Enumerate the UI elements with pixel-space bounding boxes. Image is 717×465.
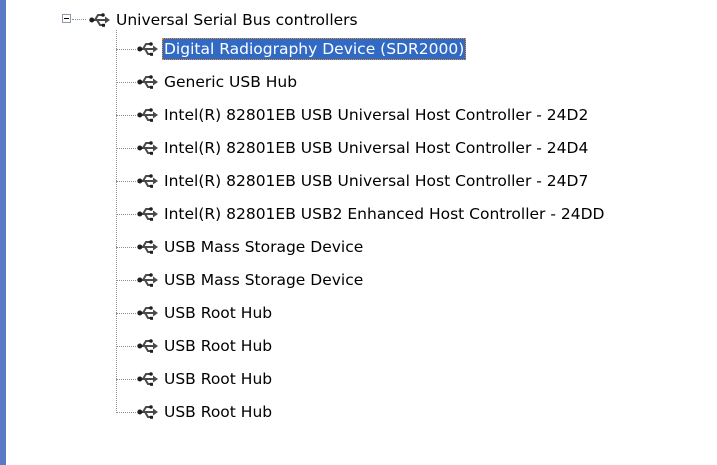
- tree-item-usb-mass-storage[interactable]: USB Mass Storage Device: [136, 235, 365, 259]
- usb-icon: [136, 400, 160, 424]
- usb-icon: [136, 301, 160, 325]
- tree-connector-line: [72, 19, 86, 20]
- tree-branch-line: [116, 412, 136, 413]
- tree-branch-line: [116, 313, 136, 314]
- tree-item-label: USB Mass Storage Device: [164, 238, 364, 256]
- usb-icon: [136, 136, 160, 160]
- tree-branch-line: [116, 148, 136, 149]
- collapse-toggle-icon[interactable]: [62, 14, 71, 23]
- tree-item-usb-mass-storage[interactable]: USB Mass Storage Device: [136, 268, 365, 292]
- tree-item-label: Generic USB Hub: [164, 73, 298, 91]
- usb-icon: [88, 8, 112, 32]
- tree-branch-line: [116, 346, 136, 347]
- tree-branch-line: [116, 214, 136, 215]
- usb-icon: [136, 334, 160, 358]
- device-tree: Universal Serial Bus controllers Digital…: [0, 0, 717, 465]
- tree-item-label: USB Root Hub: [164, 304, 273, 322]
- tree-item-label: Digital Radiography Device (SDR2000): [162, 38, 467, 60]
- tree-item-label: Intel(R) 82801EB USB Universal Host Cont…: [164, 172, 589, 190]
- tree-node-usb-controllers[interactable]: Universal Serial Bus controllers: [88, 8, 360, 32]
- tree-item-usb-root-hub[interactable]: USB Root Hub: [136, 301, 274, 325]
- tree-item-host-controller-24d7[interactable]: Intel(R) 82801EB USB Universal Host Cont…: [136, 169, 590, 193]
- tree-node-label: Universal Serial Bus controllers: [116, 11, 358, 29]
- tree-branch-line: [116, 115, 136, 116]
- tree-branch-line: [116, 82, 136, 83]
- usb-icon: [136, 169, 160, 193]
- device-manager-tree-view: Universal Serial Bus controllers Digital…: [0, 0, 717, 465]
- tree-branch-line: [116, 247, 136, 248]
- usb-icon: [136, 367, 160, 391]
- tree-item-enhanced-host-controller-24dd[interactable]: Intel(R) 82801EB USB2 Enhanced Host Cont…: [136, 202, 606, 226]
- tree-item-label: USB Root Hub: [164, 337, 273, 355]
- tree-vertical-line: [116, 30, 117, 411]
- tree-item-label: Intel(R) 82801EB USB Universal Host Cont…: [164, 106, 589, 124]
- tree-item-usb-root-hub[interactable]: USB Root Hub: [136, 367, 274, 391]
- tree-item-label: Intel(R) 82801EB USB Universal Host Cont…: [164, 139, 589, 157]
- tree-item-host-controller-24d2[interactable]: Intel(R) 82801EB USB Universal Host Cont…: [136, 103, 590, 127]
- tree-item-usb-root-hub[interactable]: USB Root Hub: [136, 334, 274, 358]
- usb-icon: [136, 70, 160, 94]
- tree-item-label: USB Root Hub: [164, 403, 273, 421]
- tree-branch-line: [116, 181, 136, 182]
- tree-item-label: Intel(R) 82801EB USB2 Enhanced Host Cont…: [164, 205, 605, 223]
- usb-icon: [136, 37, 160, 61]
- tree-branch-line: [116, 379, 136, 380]
- tree-item-usb-root-hub[interactable]: USB Root Hub: [136, 400, 274, 424]
- tree-item-host-controller-24d4[interactable]: Intel(R) 82801EB USB Universal Host Cont…: [136, 136, 590, 160]
- tree-branch-line: [116, 280, 136, 281]
- usb-icon: [136, 202, 160, 226]
- usb-icon: [136, 268, 160, 292]
- tree-item-label: USB Root Hub: [164, 370, 273, 388]
- tree-branch-line: [116, 49, 136, 50]
- tree-item-generic-usb-hub[interactable]: Generic USB Hub: [136, 70, 299, 94]
- usb-icon: [136, 235, 160, 259]
- tree-item-label: USB Mass Storage Device: [164, 271, 364, 289]
- usb-icon: [136, 103, 160, 127]
- tree-item-digital-radiography[interactable]: Digital Radiography Device (SDR2000): [136, 37, 467, 61]
